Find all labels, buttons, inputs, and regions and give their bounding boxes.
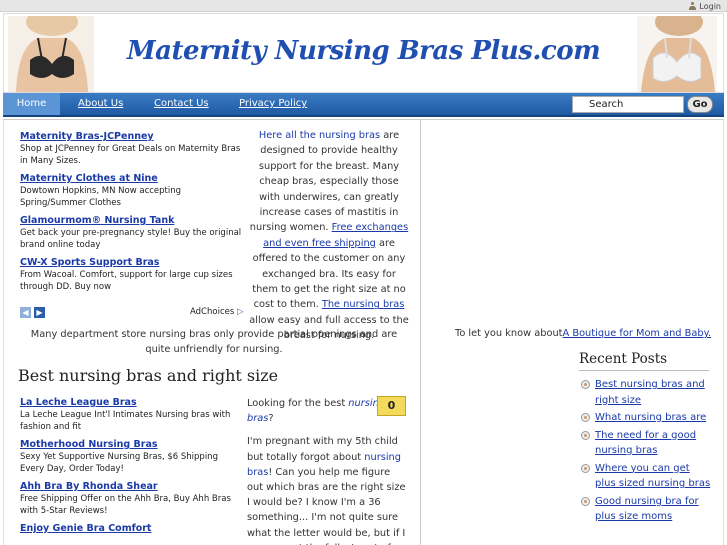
bullet-icon <box>581 413 590 422</box>
ad-title[interactable]: La Leche League Bras <box>20 396 242 409</box>
post-heading[interactable]: Best nursing bras and right size <box>18 366 278 385</box>
ad-title[interactable]: Maternity Bras-JCPenney <box>20 130 242 143</box>
recent-post-link[interactable]: Good nursing bra for plus size moms <box>595 496 699 523</box>
main-navbar: Home About Us Contact Us Privacy Policy … <box>3 93 724 117</box>
recent-posts-list: Best nursing bras and right size What nu… <box>579 377 711 527</box>
nav-privacy-policy[interactable]: Privacy Policy <box>239 93 307 115</box>
post-text: I'm pregnant with my 5th child but total… <box>247 434 407 545</box>
ad-title[interactable]: Enjoy Genie Bra Comfort <box>20 522 242 535</box>
intro-paragraph: Here all the nursing bras are designed t… <box>248 128 410 344</box>
bullet-icon <box>581 380 590 389</box>
ad-description: Sexy Yet Supportive Nursing Bras, $6 Shi… <box>20 452 218 474</box>
recent-post-item[interactable]: Good nursing bra for plus size moms <box>579 494 711 525</box>
ad-prev-arrow-icon[interactable]: ◀ <box>20 307 31 318</box>
recent-post-link[interactable]: Where you can get plus sized nursing bra… <box>595 463 710 490</box>
login-label[interactable]: Login <box>699 2 721 11</box>
recent-posts-heading: Recent Posts <box>579 351 709 371</box>
search-input[interactable]: Search <box>572 96 684 113</box>
recent-post-link[interactable]: The need for a good nursing bras <box>595 430 696 457</box>
nav-home[interactable]: Home <box>3 93 60 115</box>
bullet-icon <box>581 463 590 473</box>
ad-title[interactable]: Ahh Bra By Rhonda Shear <box>20 480 242 493</box>
comment-count-badge[interactable]: 0 <box>377 396 406 416</box>
bullet-icon <box>581 496 590 506</box>
post-body: Looking for the best nursing bras? I'm p… <box>247 396 407 545</box>
bullet-icon <box>581 430 590 440</box>
boutique-link[interactable]: A Boutique for Mom and Baby. <box>563 328 712 339</box>
user-icon <box>689 2 697 10</box>
site-header: Maternity Nursing Bras Plus.com <box>3 13 724 93</box>
ad-title[interactable]: Motherhood Nursing Bras <box>20 438 242 451</box>
ad-description: From Wacoal. Comfort, support for large … <box>20 270 233 292</box>
recent-post-item[interactable]: The need for a good nursing bras <box>579 428 711 459</box>
recent-post-link[interactable]: Best nursing bras and right size <box>595 379 705 406</box>
recent-post-link[interactable]: What nursing bras are <box>595 412 706 423</box>
recent-post-item[interactable]: Where you can get plus sized nursing bra… <box>579 461 711 492</box>
boutique-promo: To let you know aboutA Boutique for Mom … <box>455 328 711 339</box>
adchoices-icon: ▷ <box>236 307 244 317</box>
intro-link-nursing-bras[interactable]: Here all the nursing bras <box>259 130 380 141</box>
intro-link-the-nursing-bras[interactable]: The nursing bras <box>322 299 405 310</box>
header-photo-right <box>637 16 717 92</box>
boutique-text: To let you know about <box>455 328 563 339</box>
nav-about-us[interactable]: About Us <box>78 93 123 115</box>
post-text-part: ! Can you help me figure out which bras … <box>247 466 406 545</box>
ad-title[interactable]: Glamourmom® Nursing Tank <box>20 214 242 227</box>
ad-description: Dowtown Hopkins, MN Now accepting Spring… <box>20 186 182 208</box>
ad-title[interactable]: CW-X Sports Support Bras <box>20 256 242 269</box>
adchoices-link[interactable]: AdChoices ▷ <box>190 307 244 317</box>
ad-title[interactable]: Maternity Clothes at Nine <box>20 172 242 185</box>
ad-description: Shop at JCPenney for Great Deals on Mate… <box>20 144 241 166</box>
login-link[interactable]: Login <box>689 0 721 12</box>
main-content: Maternity Bras-JCPenney Shop at JCPenney… <box>3 119 421 545</box>
nav-contact-us[interactable]: Contact Us <box>154 93 209 115</box>
ad-next-arrow-icon[interactable]: ▶ <box>34 307 45 318</box>
sponsored-ads-top: Maternity Bras-JCPenney Shop at JCPenney… <box>20 130 242 298</box>
recent-post-item[interactable]: What nursing bras are <box>579 410 711 426</box>
post-lead-text: Looking for the best <box>247 398 349 409</box>
intro-full-width-text: Many department store nursing bras only … <box>30 329 398 355</box>
recent-post-item[interactable]: Best nursing bras and right size <box>579 377 711 408</box>
sponsored-ads-bottom: La Leche League Bras La Leche League Int… <box>20 396 242 535</box>
adchoices-label[interactable]: AdChoices <box>190 307 234 317</box>
site-title[interactable]: Maternity Nursing Bras Plus.com <box>4 36 723 66</box>
ad-description: Free Shipping Offer on the Ahh Bra, Buy … <box>20 494 231 516</box>
intro-text: are designed to provide healthy support … <box>249 130 400 234</box>
search-go-button[interactable]: Go <box>687 96 713 113</box>
right-sidebar: To let you know aboutA Boutique for Mom … <box>421 119 724 545</box>
ad-description: La Leche League Int'l Intimates Nursing … <box>20 410 231 432</box>
ad-description: Get back your pre-pregnancy style! Buy t… <box>20 228 242 250</box>
top-bar: Login <box>0 0 727 12</box>
post-lead-end: ? <box>268 413 274 425</box>
